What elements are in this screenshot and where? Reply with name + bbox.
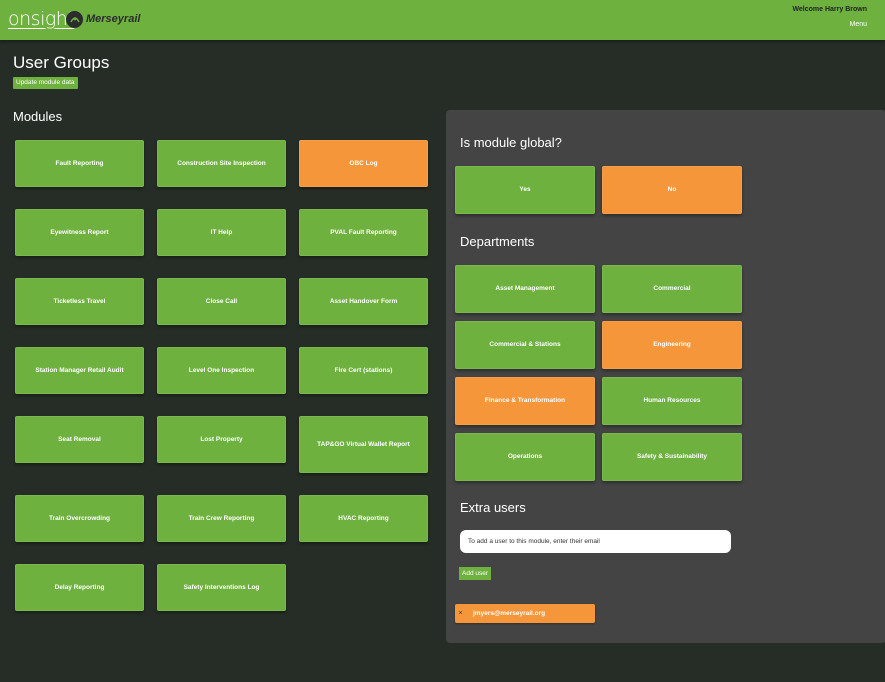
module-tile[interactable]: Asset Handover Form (299, 278, 428, 325)
user-email-input[interactable]: To add a user to this module, enter thei… (460, 530, 731, 553)
department-tile[interactable]: Asset Management (455, 265, 595, 313)
remove-user-icon[interactable]: × (455, 610, 466, 617)
extra-user-chip: × jmyers@merseyrail.org (455, 604, 595, 623)
module-tile[interactable]: Eyewitness Report (15, 209, 144, 256)
module-label: Fault Reporting (55, 159, 104, 167)
top-bar: onsight Merseyrail Welcome Harry Brown M… (0, 0, 885, 40)
department-label: Operations (507, 453, 543, 461)
module-tile[interactable]: Ticketless Travel (15, 278, 144, 325)
extra-user-email: jmyers@merseyrail.org (473, 610, 546, 617)
module-label: Fire Cert (stations) (334, 366, 393, 374)
module-tile[interactable]: OBC Log (299, 140, 428, 187)
update-module-data-button[interactable]: Update module data (13, 77, 78, 89)
page-title: User Groups (13, 53, 110, 72)
department-tile[interactable]: Engineering (602, 321, 742, 369)
department-label: Human Resources (643, 397, 701, 405)
global-no-button[interactable]: No (602, 166, 742, 214)
modules-heading: Modules (13, 109, 63, 124)
module-label: Train Crew Reporting (188, 514, 255, 522)
module-label: PVAL Fault Reporting (330, 228, 397, 236)
global-yes-label: Yes (519, 186, 531, 194)
email-input-placeholder: To add a user to this module, enter thei… (468, 538, 600, 545)
department-tile[interactable]: Commercial & Stations (455, 321, 595, 369)
menu-link[interactable]: Menu (849, 21, 867, 28)
module-tile[interactable]: Fault Reporting (15, 140, 144, 187)
module-label: Eyewitness Report (50, 228, 109, 236)
add-user-button[interactable]: Add user (459, 567, 492, 580)
onsight-logo[interactable]: onsight (8, 8, 75, 30)
module-tile[interactable]: Close Call (157, 278, 286, 325)
extra-users-heading: Extra users (460, 500, 526, 515)
department-tile[interactable]: Human Resources (602, 377, 742, 425)
module-tile[interactable]: Delay Reporting (15, 564, 144, 611)
module-tile[interactable]: Fire Cert (stations) (299, 347, 428, 394)
module-label: Safety Interventions Log (183, 583, 260, 591)
module-label: IT Help (210, 228, 233, 236)
module-label: TAP&GO Virtual Wallet Report (317, 440, 410, 448)
module-label: Delay Reporting (54, 583, 105, 591)
module-tile[interactable]: Train Overcrowding (15, 495, 144, 542)
department-tile[interactable]: Commercial (602, 265, 742, 313)
module-label: Seat Removal (58, 435, 101, 443)
module-label: Train Overcrowding (48, 514, 111, 522)
module-tile[interactable]: PVAL Fault Reporting (299, 209, 428, 256)
module-label: Lost Property (200, 435, 243, 443)
module-tile[interactable]: Station Manager Retail Audit (15, 347, 144, 394)
module-label: Asset Handover Form (329, 297, 398, 305)
department-label: Finance & Transformation (484, 397, 566, 405)
departments-heading: Departments (460, 234, 535, 249)
module-label: Level One Inspection (188, 366, 255, 374)
module-label: HVAC Reporting (338, 514, 389, 522)
department-label: Safety & Sustainability (636, 453, 708, 461)
global-heading: Is module global? (460, 135, 562, 150)
global-no-label: No (667, 186, 677, 194)
module-tile[interactable]: IT Help (157, 209, 286, 256)
module-tile[interactable]: Lost Property (157, 416, 286, 463)
merseyrail-emblem-icon (66, 10, 83, 28)
department-tile[interactable]: Operations (455, 433, 595, 481)
module-label: OBC Log (349, 159, 378, 167)
merseyrail-logo: Merseyrail (66, 10, 140, 28)
module-tile[interactable]: Level One Inspection (157, 347, 286, 394)
module-tile[interactable]: Construction Site Inspection (157, 140, 286, 187)
module-label: Construction Site Inspection (177, 159, 266, 167)
department-label: Engineering (653, 341, 691, 349)
module-tile[interactable]: HVAC Reporting (299, 495, 428, 542)
module-label: Close Call (205, 297, 238, 305)
merseyrail-wordmark: Merseyrail (86, 13, 141, 25)
department-label: Commercial (653, 285, 691, 293)
department-tile[interactable]: Finance & Transformation (455, 377, 595, 425)
department-label: Commercial & Stations (489, 341, 561, 349)
module-tile[interactable]: Train Crew Reporting (157, 495, 286, 542)
module-tile[interactable]: Seat Removal (15, 416, 144, 463)
global-yes-button[interactable]: Yes (455, 166, 595, 214)
welcome-text: Welcome Harry Brown (792, 6, 867, 13)
department-label: Asset Management (495, 285, 555, 293)
module-label: Station Manager Retail Audit (35, 366, 124, 374)
module-tile[interactable]: Safety Interventions Log (157, 564, 286, 611)
module-label: Ticketless Travel (53, 297, 106, 305)
department-tile[interactable]: Safety & Sustainability (602, 433, 742, 481)
module-tile[interactable]: TAP&GO Virtual Wallet Report (299, 416, 428, 473)
